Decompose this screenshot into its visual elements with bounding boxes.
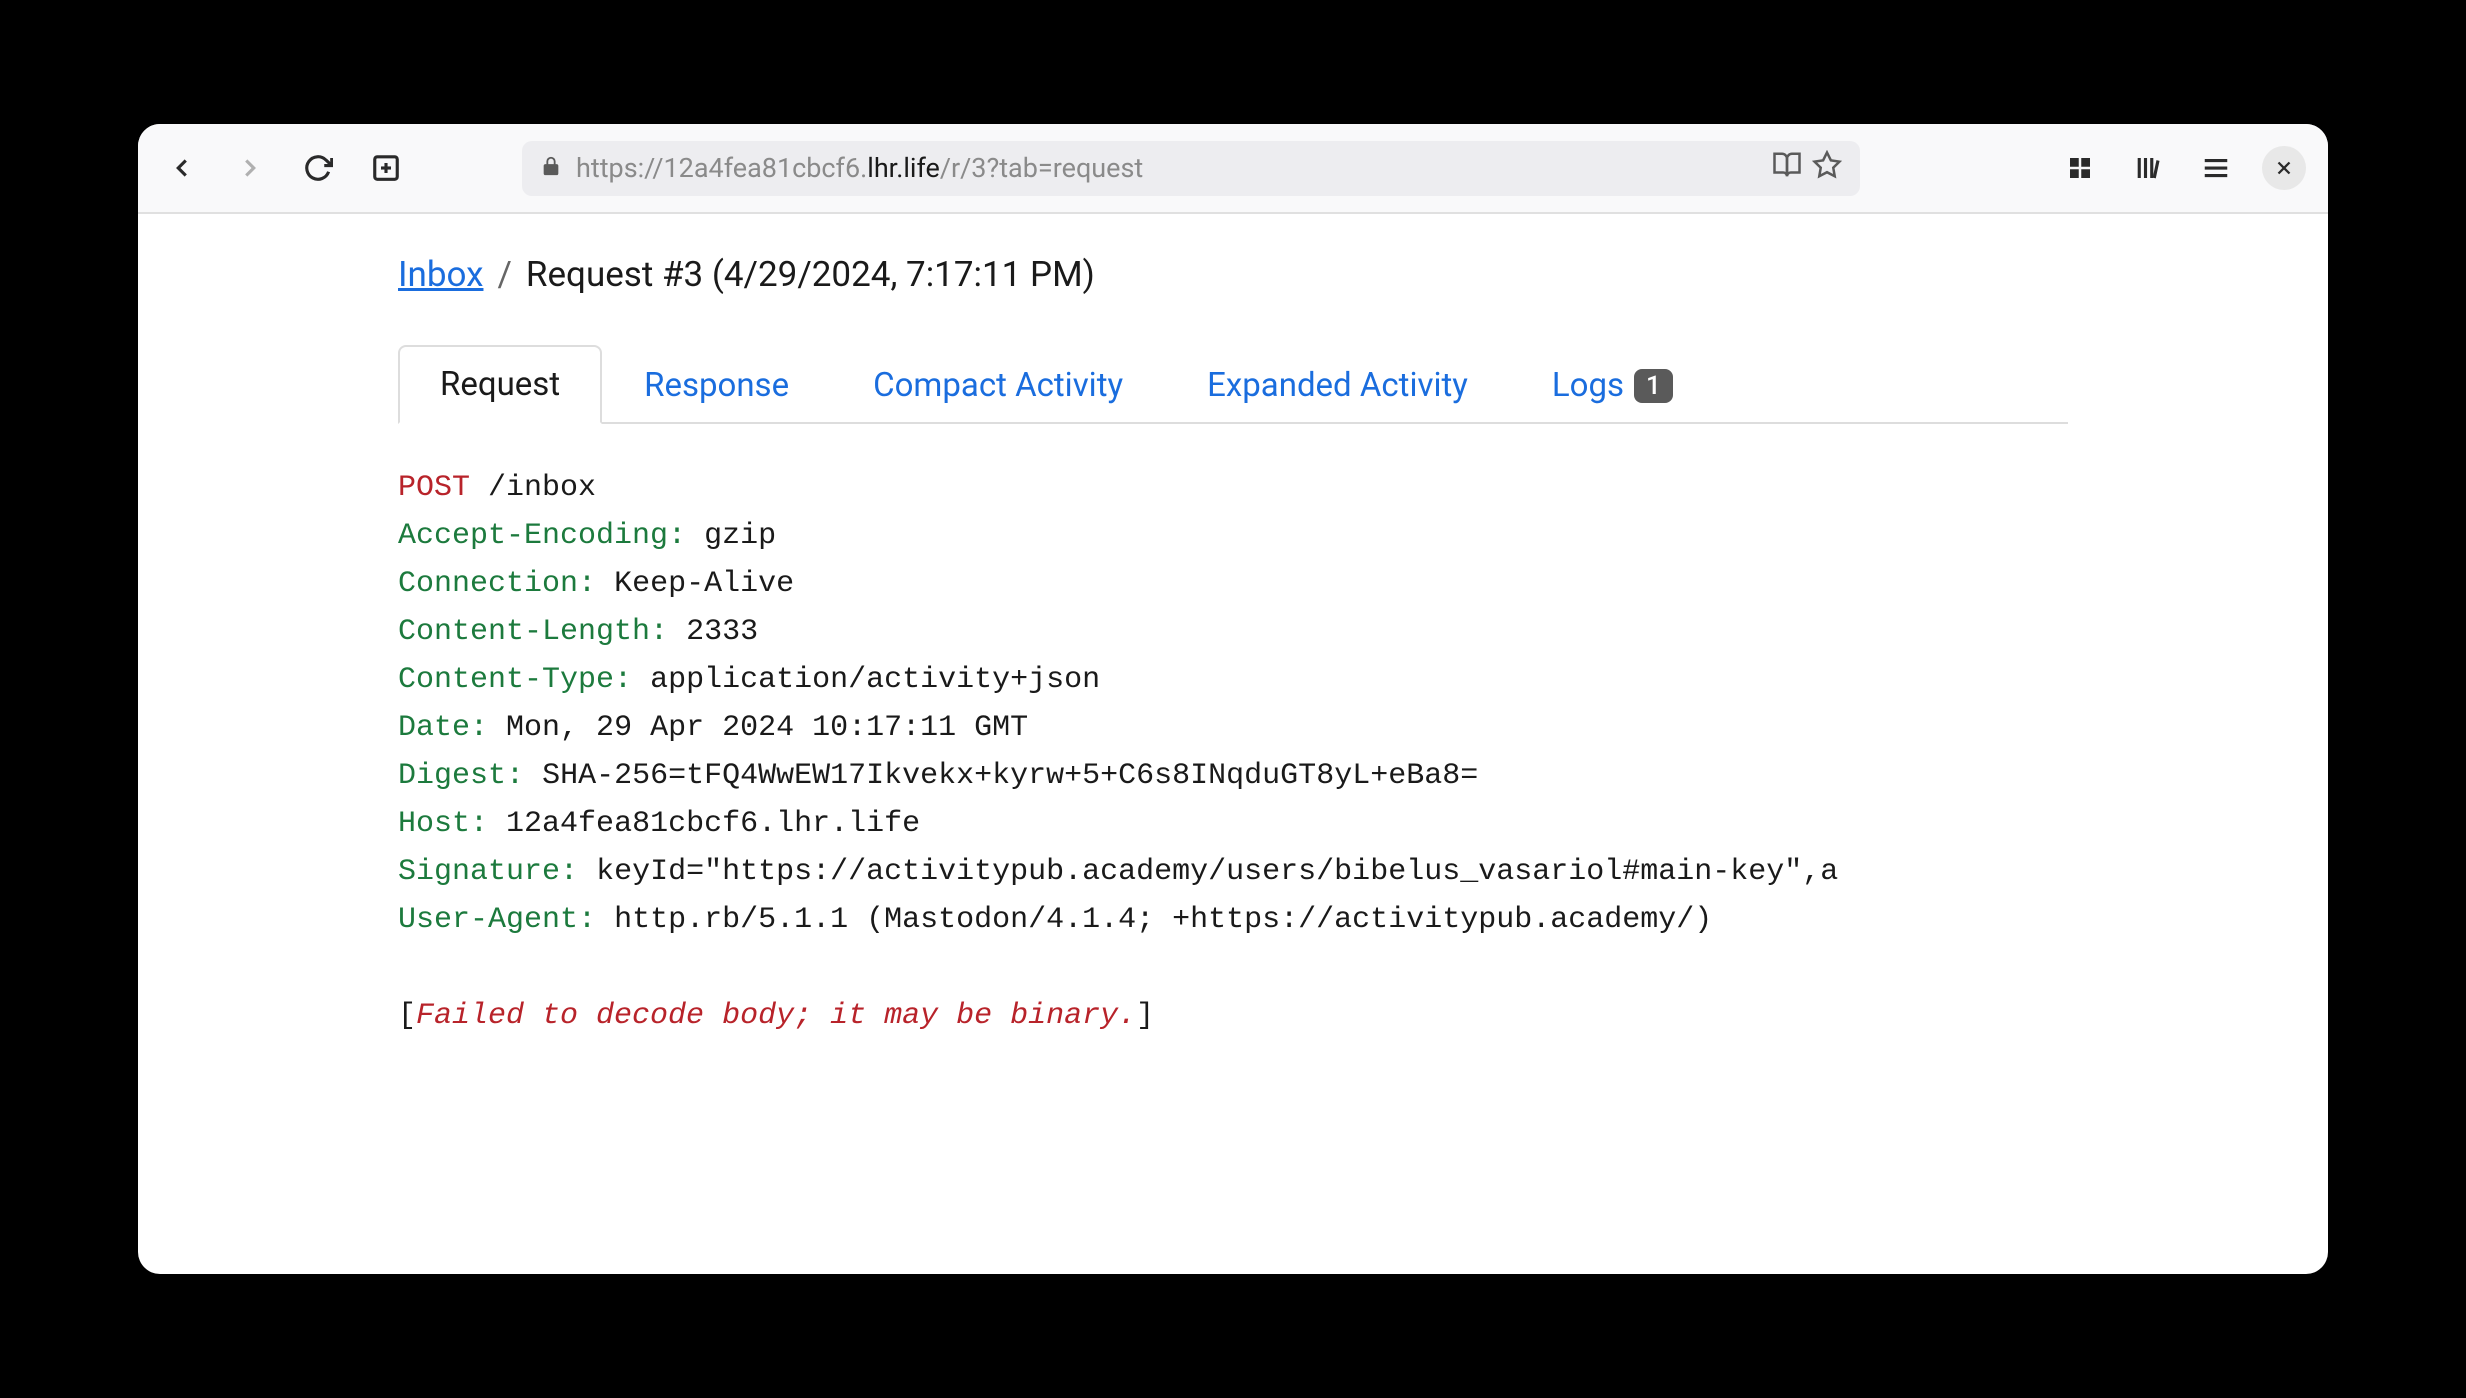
tab-response[interactable]: Response — [602, 345, 831, 424]
reload-button[interactable] — [296, 146, 340, 190]
url-bar[interactable]: https://12a4fea81cbcf6.lhr.life/r/3?tab=… — [522, 141, 1860, 196]
reader-mode-icon[interactable] — [1772, 150, 1802, 187]
nav-controls — [160, 146, 408, 190]
library-icon[interactable] — [2126, 146, 2170, 190]
breadcrumb: Inbox / Request #3 (4/29/2024, 7:17:11 P… — [398, 254, 2068, 295]
tabs: Request Response Compact Activity Expand… — [398, 345, 2068, 424]
header-key: Host — [398, 807, 470, 841]
tab-logs[interactable]: Logs1 — [1510, 345, 1715, 424]
right-controls — [2058, 146, 2306, 190]
header-key: Connection — [398, 567, 578, 601]
header-key: Date — [398, 711, 470, 745]
header-value: Keep-Alive — [614, 567, 794, 601]
http-method: POST — [398, 471, 470, 505]
header-key: Content-Length — [398, 615, 650, 649]
tab-request[interactable]: Request — [398, 345, 602, 424]
header-value: application/activity+json — [650, 663, 1100, 697]
back-button[interactable] — [160, 146, 204, 190]
body-error-message: Failed to decode body; it may be binary. — [416, 999, 1136, 1033]
http-path: /inbox — [488, 471, 596, 505]
header-key: Digest — [398, 759, 506, 793]
header-key: User-Agent — [398, 903, 578, 937]
header-value: http.rb/5.1.1 (Mastodon/4.1.4; +https://… — [614, 903, 1712, 937]
tab-expanded-activity[interactable]: Expanded Activity — [1165, 345, 1510, 424]
logs-badge: 1 — [1634, 369, 1673, 403]
header-key: Content-Type — [398, 663, 614, 697]
tab-compact-activity[interactable]: Compact Activity — [831, 345, 1165, 424]
breadcrumb-separator: / — [497, 254, 511, 295]
header-key: Signature — [398, 855, 560, 889]
url-actions — [1772, 150, 1842, 187]
browser-window: https://12a4fea81cbcf6.lhr.life/r/3?tab=… — [138, 124, 2328, 1274]
apps-icon[interactable] — [2058, 146, 2102, 190]
header-value: 12a4fea81cbcf6.lhr.life — [506, 807, 920, 841]
lock-icon — [540, 152, 562, 184]
breadcrumb-current: Request #3 (4/29/2024, 7:17:11 PM) — [526, 254, 1095, 295]
header-value: SHA-256=tFQ4WwEW17Ikvekx+kyrw+5+C6s8INqd… — [542, 759, 1478, 793]
request-code: POST /inbox Accept-Encoding: gzip Connec… — [398, 464, 2068, 1040]
header-value: Mon, 29 Apr 2024 10:17:11 GMT — [506, 711, 1028, 745]
menu-icon[interactable] — [2194, 146, 2238, 190]
header-key: Accept-Encoding — [398, 519, 668, 553]
bookmark-icon[interactable] — [1812, 150, 1842, 187]
header-value: keyId="https://activitypub.academy/users… — [596, 855, 1838, 889]
header-value: 2333 — [686, 615, 758, 649]
new-tab-button[interactable] — [364, 146, 408, 190]
browser-toolbar: https://12a4fea81cbcf6.lhr.life/r/3?tab=… — [138, 124, 2328, 214]
forward-button[interactable] — [228, 146, 272, 190]
close-button[interactable] — [2262, 146, 2306, 190]
breadcrumb-link-inbox[interactable]: Inbox — [398, 254, 483, 295]
page-content: Inbox / Request #3 (4/29/2024, 7:17:11 P… — [138, 214, 2328, 1040]
header-value: gzip — [704, 519, 776, 553]
url-text: https://12a4fea81cbcf6.lhr.life/r/3?tab=… — [576, 152, 1143, 184]
